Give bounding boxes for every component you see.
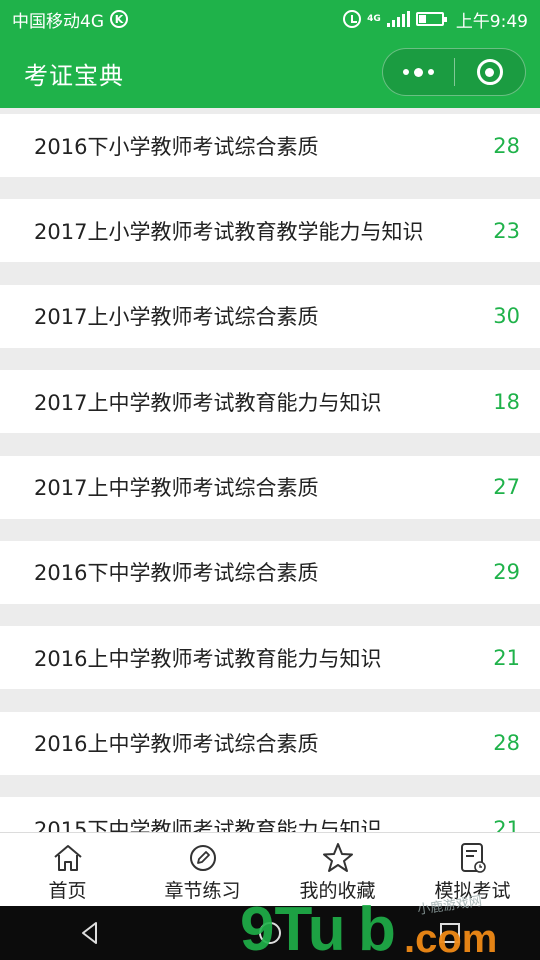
- status-left: 中国移动4G K: [12, 7, 128, 32]
- list-item-count: 21: [493, 816, 520, 832]
- list-item[interactable]: 2017上中学教师考试综合素质 27: [0, 455, 540, 519]
- list-item-count: 30: [493, 304, 520, 329]
- list-item-count: 28: [493, 133, 520, 158]
- status-bar: 中国移动4G K 4G 上午9:49: [0, 0, 540, 38]
- list-item[interactable]: 2016上中学教师考试教育能力与知识 21: [0, 626, 540, 690]
- exam-list[interactable]: 2016下小学教师考试综合素质 28 2017上小学教师考试教育教学能力与知识 …: [0, 108, 540, 832]
- battery-icon: [415, 12, 447, 26]
- more-options-button[interactable]: [383, 49, 454, 95]
- star-icon: [321, 841, 355, 875]
- carrier-k-icon: K: [110, 10, 128, 28]
- more-dot-icon: [427, 69, 434, 75]
- home-icon: [51, 841, 85, 875]
- navigation-bar: 考证宝典: [0, 38, 540, 108]
- list-item[interactable]: 2017上中学教师考试教育能力与知识 18: [0, 370, 540, 434]
- status-right: 4G 上午9:49: [343, 7, 528, 32]
- list-item-count: 28: [493, 731, 520, 756]
- list-item-title: 2015下中学教师考试教育能力与知识: [34, 817, 382, 832]
- alarm-clock-icon: [343, 10, 362, 28]
- list-item[interactable]: 2017上小学教师考试教育教学能力与知识 23: [0, 199, 540, 263]
- exam-list-inner: 2016下小学教师考试综合素质 28 2017上小学教师考试教育教学能力与知识 …: [0, 114, 540, 832]
- close-miniprogram-button[interactable]: [455, 49, 526, 95]
- list-item-count: 23: [493, 218, 520, 243]
- tab-favorites[interactable]: 我的收藏: [270, 833, 405, 906]
- signal-strength-icon: [386, 11, 410, 27]
- list-item-title: 2017上中学教师考试教育能力与知识: [34, 390, 382, 415]
- tab-mock-exam[interactable]: 模拟考试: [405, 833, 540, 906]
- list-item[interactable]: 2016下中学教师考试综合素质 29: [0, 540, 540, 604]
- list-item-title: 2016上中学教师考试综合素质: [34, 732, 319, 757]
- pencil-icon: [186, 841, 220, 875]
- tab-label: 我的收藏: [299, 880, 376, 902]
- exam-doc-icon: [456, 841, 490, 875]
- tab-home[interactable]: 首页: [0, 833, 135, 906]
- home-circle-icon[interactable]: [250, 913, 290, 953]
- network-type-label: 4G: [367, 13, 381, 24]
- list-item-title: 2017上小学教师考试综合素质: [34, 305, 319, 330]
- list-item[interactable]: 2017上小学教师考试综合素质 30: [0, 284, 540, 348]
- more-dot-icon: [402, 69, 409, 75]
- back-triangle-icon[interactable]: [70, 913, 110, 953]
- carrier-label: 中国移动4G: [12, 11, 104, 32]
- list-item[interactable]: 2016下小学教师考试综合素质 28: [0, 114, 540, 177]
- tab-label: 章节练习: [164, 880, 241, 902]
- page-title: 考证宝典: [24, 61, 124, 90]
- system-navigation-bar: [0, 906, 540, 960]
- target-circle-icon: [476, 59, 503, 85]
- bottom-tab-bar: 首页 章节练习 我的收藏 模拟考试: [0, 832, 540, 906]
- list-item-title: 2016上中学教师考试教育能力与知识: [34, 646, 382, 671]
- list-item-count: 18: [493, 389, 520, 414]
- list-item-count: 27: [493, 475, 520, 500]
- list-item[interactable]: 2015下中学教师考试教育能力与知识 21: [0, 797, 540, 832]
- tab-chapter-practice[interactable]: 章节练习: [135, 833, 270, 906]
- list-item-title: 2016下小学教师考试综合素质: [34, 134, 319, 159]
- list-item-title: 2016下中学教师考试综合素质: [34, 561, 319, 586]
- tab-label: 模拟考试: [434, 880, 511, 902]
- tab-label: 首页: [48, 880, 87, 902]
- list-item-title: 2017上小学教师考试教育教学能力与知识: [34, 219, 424, 244]
- capsule-menu: [382, 48, 526, 96]
- recents-square-icon[interactable]: [430, 913, 470, 953]
- clock-time: 上午9:49: [455, 11, 528, 32]
- list-item-count: 21: [493, 645, 520, 670]
- list-item[interactable]: 2016上中学教师考试综合素质 28: [0, 711, 540, 775]
- list-item-count: 29: [493, 560, 520, 585]
- more-dot-icon: [413, 67, 423, 77]
- list-item-title: 2017上中学教师考试综合素质: [34, 476, 319, 501]
